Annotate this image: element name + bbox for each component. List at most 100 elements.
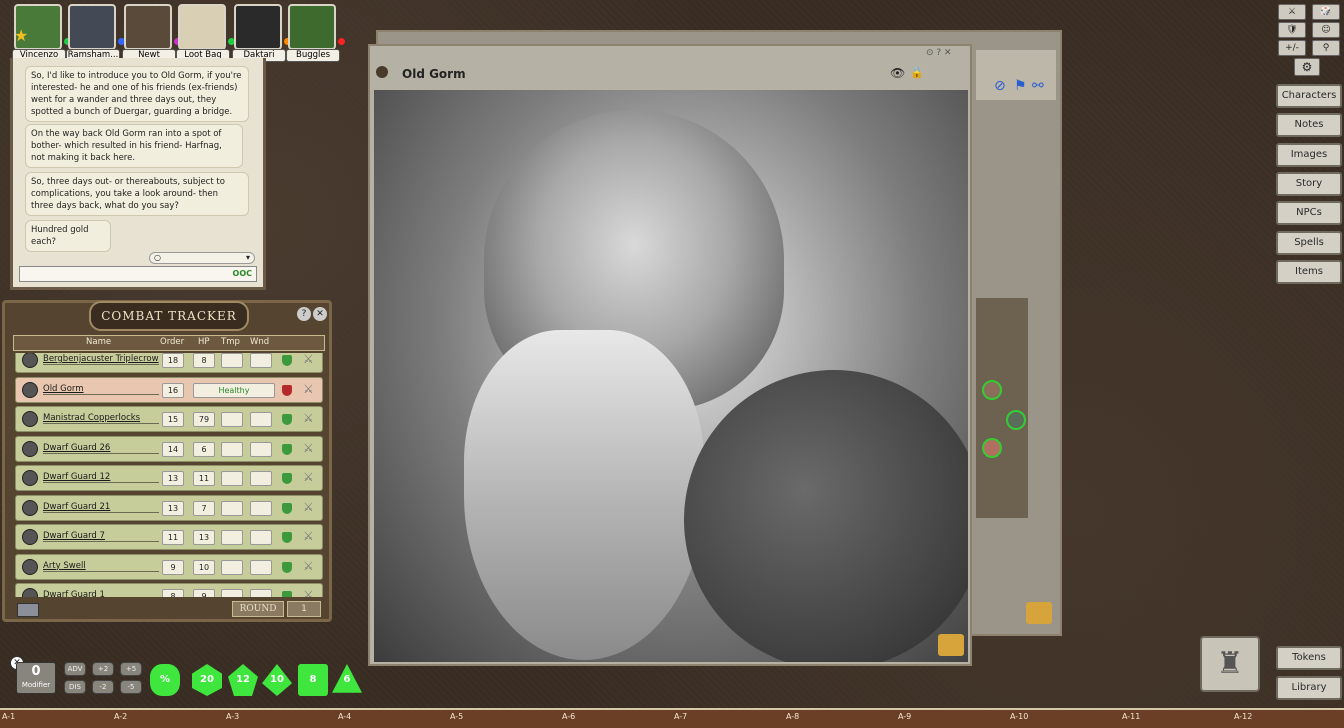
modifier-0[interactable]: ADV xyxy=(64,662,86,676)
link-icon[interactable] xyxy=(938,634,964,656)
shield-icon[interactable] xyxy=(282,414,292,425)
tool-button[interactable]: ☺ xyxy=(1312,22,1340,38)
tmp-field[interactable] xyxy=(221,500,243,516)
die-d10[interactable]: 10 xyxy=(262,664,292,696)
combatant-name[interactable]: Dwarf Guard 1 xyxy=(43,590,159,597)
sidebar-item-images[interactable]: Images xyxy=(1276,142,1342,167)
modifier-4[interactable]: -2 xyxy=(92,680,114,694)
modifier-2[interactable]: +5 xyxy=(120,662,142,676)
modifier-box[interactable]: 0 Modifier xyxy=(16,662,56,694)
tmp-field[interactable] xyxy=(221,412,243,427)
link-icon[interactable] xyxy=(1026,602,1052,624)
combatant-name[interactable]: Manistrad Copperlocks xyxy=(43,413,159,424)
hp-field[interactable]: 6 xyxy=(193,441,215,457)
wnd-field[interactable] xyxy=(250,589,272,597)
tmp-field[interactable] xyxy=(221,441,243,457)
sword-icon[interactable]: ⚔ xyxy=(303,470,317,486)
table-row[interactable]: Arty Swell 9 10 ⚔ xyxy=(15,553,323,580)
sidebar-item-spells[interactable]: Spells xyxy=(1276,230,1342,255)
sidebar-item-characters[interactable]: Characters xyxy=(1276,84,1342,108)
hp-field[interactable]: 7 xyxy=(193,500,215,516)
link-icon[interactable]: ⚯ xyxy=(1032,78,1044,94)
sword-icon[interactable]: ⚔ xyxy=(303,559,317,575)
sword-icon[interactable]: ⚔ xyxy=(303,500,317,516)
close-icon[interactable]: ✕ xyxy=(313,307,327,321)
table-row[interactable]: Dwarf Guard 12 13 11 ⚔ xyxy=(15,465,323,491)
table-row[interactable]: Dwarf Guard 1 8 9 ⚔ xyxy=(15,583,323,597)
sidebar-item-notes[interactable]: Notes xyxy=(1276,113,1342,138)
sidebar-item-items[interactable]: Items xyxy=(1276,259,1342,284)
table-row[interactable]: Dwarf Guard 7 11 13 ⚔ xyxy=(15,524,323,550)
portrait-4[interactable]: Daktari xyxy=(232,4,291,62)
shield-icon[interactable] xyxy=(282,561,292,573)
hp-field[interactable]: 8 xyxy=(193,353,215,368)
combatant-name[interactable]: Dwarf Guard 26 xyxy=(43,443,159,454)
hp-field[interactable]: 13 xyxy=(193,530,215,545)
portrait-2[interactable]: Newt xyxy=(122,4,181,62)
die-d6[interactable]: 6 xyxy=(332,664,362,693)
shield-icon[interactable] xyxy=(282,355,292,366)
combatant-name[interactable]: Bergbenjacuster Triplecrow xyxy=(43,354,159,365)
combatant-name[interactable]: Arty Swell xyxy=(43,561,159,572)
mask-icon[interactable]: ⊘ xyxy=(994,78,1006,94)
modifier-3[interactable]: DIS xyxy=(64,680,86,694)
ooc-toggle[interactable]: OOC xyxy=(233,269,252,278)
hp-field[interactable]: 9 xyxy=(193,589,215,597)
sword-icon[interactable]: ⚔ xyxy=(303,529,317,545)
modifier-5[interactable]: -5 xyxy=(120,680,142,694)
order-field[interactable]: 13 xyxy=(162,500,184,516)
flag-icon[interactable]: ⚑ xyxy=(1014,78,1027,94)
round-value[interactable]: 1 xyxy=(287,601,321,617)
sword-icon[interactable]: ⚔ xyxy=(303,441,317,457)
table-row[interactable]: Manistrad Copperlocks 15 79 ⚔ xyxy=(15,406,323,432)
mask-icon[interactable]: 👁 xyxy=(890,66,905,80)
window-controls[interactable]: ⊙ ? ✕ xyxy=(926,48,952,58)
order-field[interactable]: 16 xyxy=(162,382,184,398)
lock-icon[interactable]: 🔒 xyxy=(910,66,924,79)
die-d%[interactable]: % xyxy=(150,664,180,696)
order-field[interactable]: 14 xyxy=(162,441,184,457)
table-row[interactable]: Dwarf Guard 21 13 7 ⚔ xyxy=(15,494,323,521)
sidebar-item-npcs[interactable]: NPCs xyxy=(1276,201,1342,226)
sword-icon[interactable]: ⚔ xyxy=(303,588,317,597)
tmp-field[interactable] xyxy=(221,530,243,545)
order-field[interactable]: 11 xyxy=(162,530,184,545)
shield-icon[interactable] xyxy=(282,473,292,484)
hp-field[interactable]: 10 xyxy=(193,559,215,575)
combat-list[interactable]: Bergbenjacuster Triplecrow 18 8 ⚔ Old Gorm 16… xyxy=(5,353,335,597)
wnd-field[interactable] xyxy=(250,471,272,486)
tool-button[interactable]: ⚲ xyxy=(1312,40,1340,56)
map-token[interactable] xyxy=(982,380,1002,400)
shield-icon[interactable] xyxy=(282,532,292,543)
sword-icon[interactable]: ⚔ xyxy=(303,382,317,398)
map-image[interactable] xyxy=(976,298,1028,518)
sidebar-item-library[interactable]: Library xyxy=(1276,676,1342,700)
sidebar-item-tokens[interactable]: Tokens xyxy=(1276,646,1342,670)
combatant-name[interactable]: Dwarf Guard 21 xyxy=(43,502,159,513)
wnd-field[interactable] xyxy=(250,412,272,427)
combatant-name[interactable]: Dwarf Guard 12 xyxy=(43,472,159,483)
table-row[interactable]: Dwarf Guard 26 14 6 ⚔ xyxy=(15,435,323,462)
chat-input[interactable]: OOC xyxy=(19,266,257,282)
hp-field[interactable]: 11 xyxy=(193,471,215,486)
record-icon[interactable] xyxy=(376,66,388,78)
order-field[interactable]: 9 xyxy=(162,559,184,575)
combatant-name[interactable]: Old Gorm xyxy=(43,384,159,395)
tool-button[interactable]: ⚔ xyxy=(1278,4,1306,20)
order-field[interactable]: 18 xyxy=(162,353,184,368)
tmp-field[interactable] xyxy=(221,589,243,597)
wnd-field[interactable] xyxy=(250,559,272,575)
tool-button[interactable]: 🎲 xyxy=(1312,4,1340,20)
die-d8[interactable]: 8 xyxy=(298,664,328,696)
hp-field[interactable]: Healthy xyxy=(193,382,275,398)
sword-icon[interactable]: ⚔ xyxy=(303,411,317,427)
portrait-3[interactable]: Loot Bag xyxy=(176,4,235,62)
modifier-1[interactable]: +2 xyxy=(92,662,114,676)
combatant-name[interactable]: Dwarf Guard 7 xyxy=(43,531,159,542)
wnd-field[interactable] xyxy=(250,441,272,457)
order-field[interactable]: 8 xyxy=(162,589,184,597)
die-d20[interactable]: 20 xyxy=(192,664,222,696)
menu-toggle-icon[interactable] xyxy=(17,603,39,617)
map-token[interactable] xyxy=(1006,410,1026,430)
tool-button[interactable]: 🛡 xyxy=(1278,22,1306,38)
